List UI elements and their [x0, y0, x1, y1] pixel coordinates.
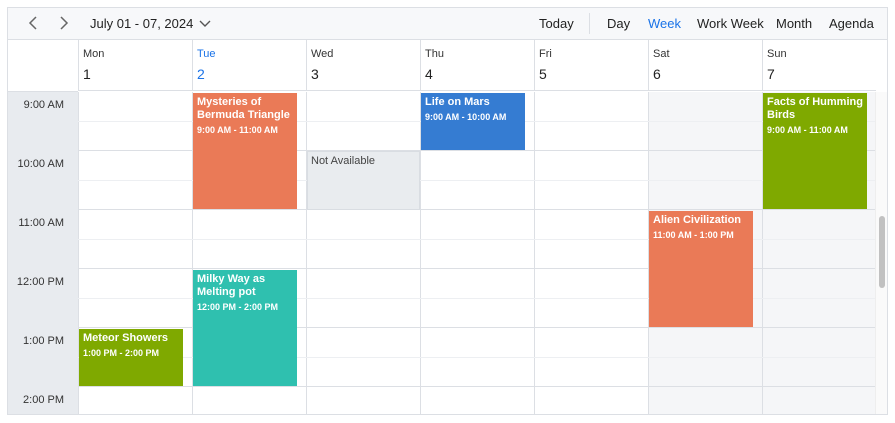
view-month-button[interactable]: Month	[776, 16, 812, 31]
event-title: Life on Mars	[425, 96, 490, 108]
date-range-label: July 01 - 07, 2024	[90, 16, 194, 31]
day-header-wed[interactable]: Wed 3	[306, 40, 420, 91]
day-header-thu[interactable]: Thu 4	[420, 40, 534, 91]
day-header-mon[interactable]: Mon 1	[78, 40, 192, 91]
view-agenda-button[interactable]: Agenda	[829, 16, 874, 31]
chevron-right-icon	[60, 16, 69, 30]
day-number: 2	[197, 66, 205, 82]
event-appointment[interactable]: Meteor Showers 1:00 PM - 2:00 PM	[79, 329, 183, 386]
hour-line	[78, 386, 875, 387]
day-header-sat[interactable]: Sat 6	[648, 40, 762, 91]
event-title: Mysteries of Bermuda Triangle	[197, 96, 290, 121]
half-hour-line	[78, 239, 875, 240]
previous-button[interactable]	[24, 14, 42, 32]
day-number: 3	[311, 66, 319, 82]
chevron-down-icon	[199, 20, 211, 27]
scrollbar-thumb[interactable]	[879, 216, 885, 288]
day-name: Sun	[767, 48, 787, 60]
scheduler: July 01 - 07, 2024 Today Day Week Work Wee…	[7, 7, 888, 415]
view-day-button[interactable]: Day	[607, 16, 630, 31]
day-column-fri[interactable]	[534, 92, 648, 414]
event-time: 9:00 AM - 11:00 AM	[197, 125, 278, 135]
day-number: 5	[539, 66, 547, 82]
day-name: Mon	[83, 48, 105, 60]
day-header-tue[interactable]: Tue 2	[192, 40, 306, 91]
event-time: 9:00 AM - 10:00 AM	[425, 112, 507, 122]
time-label: 2:00 PM	[23, 394, 64, 406]
time-label: 9:00 AM	[23, 99, 64, 111]
day-header-sun[interactable]: Sun 7	[762, 40, 876, 91]
event-time: 1:00 PM - 2:00 PM	[83, 348, 160, 358]
vertical-scrollbar[interactable]	[875, 92, 887, 414]
time-label: 10:00 AM	[17, 158, 64, 170]
day-number: 1	[83, 66, 91, 82]
today-button[interactable]: Today	[539, 16, 574, 31]
chevron-left-icon	[28, 16, 37, 30]
day-number: 7	[767, 66, 775, 82]
event-title: Facts of Humming Birds	[767, 96, 863, 121]
day-header-fri[interactable]: Fri 5	[534, 40, 648, 91]
day-name: Sat	[653, 48, 670, 60]
view-work-week-button[interactable]: Work Week	[697, 16, 764, 31]
day-column-wed[interactable]	[306, 92, 420, 414]
time-label: 11:00 AM	[18, 217, 64, 229]
day-name: Fri	[539, 48, 552, 60]
date-range-picker[interactable]: July 01 - 07, 2024	[90, 16, 211, 31]
event-title: Meteor Showers	[83, 332, 168, 344]
time-label: 1:00 PM	[23, 335, 64, 347]
day-name: Tue	[197, 48, 216, 60]
time-label: 12:00 PM	[16, 276, 64, 288]
toolbar-divider	[589, 13, 590, 34]
unavailable-label: Not Available	[311, 155, 376, 167]
event-title: Alien Civilization	[653, 214, 742, 226]
unavailable-block: Not Available	[307, 151, 420, 210]
event-title: Milky Way as Melting pot	[197, 273, 266, 298]
scheduler-toolbar: July 01 - 07, 2024 Today Day Week Work Wee…	[8, 8, 887, 40]
hour-line	[78, 209, 875, 210]
hour-line	[78, 268, 875, 269]
day-number: 6	[653, 66, 661, 82]
header-corner	[8, 40, 78, 92]
view-week-button[interactable]: Week	[648, 16, 681, 31]
next-button[interactable]	[55, 14, 73, 32]
day-number: 4	[425, 66, 433, 82]
day-name: Thu	[425, 48, 444, 60]
event-appointment[interactable]: Facts of Humming Birds 9:00 AM - 11:00 AM	[763, 93, 867, 209]
time-column: 9:00 AM 10:00 AM 11:00 AM 12:00 PM 1:00 PM 2:…	[8, 92, 78, 414]
event-time: 12:00 PM - 2:00 PM	[197, 302, 279, 312]
event-appointment[interactable]: Alien Civilization 11:00 AM - 1:00 PM	[649, 211, 753, 327]
event-appointment[interactable]: Milky Way as Melting pot 12:00 PM - 2:00 …	[193, 270, 297, 386]
event-appointment[interactable]: Mysteries of Bermuda Triangle 9:00 AM - 1…	[193, 93, 297, 209]
day-name: Wed	[311, 48, 334, 60]
week-grid[interactable]: Not Available Mysteries of Bermuda Triang…	[78, 92, 875, 414]
event-time: 11:00 AM - 1:00 PM	[653, 230, 734, 240]
event-appointment[interactable]: Life on Mars 9:00 AM - 10:00 AM	[421, 93, 525, 150]
event-time: 9:00 AM - 11:00 AM	[767, 125, 848, 135]
